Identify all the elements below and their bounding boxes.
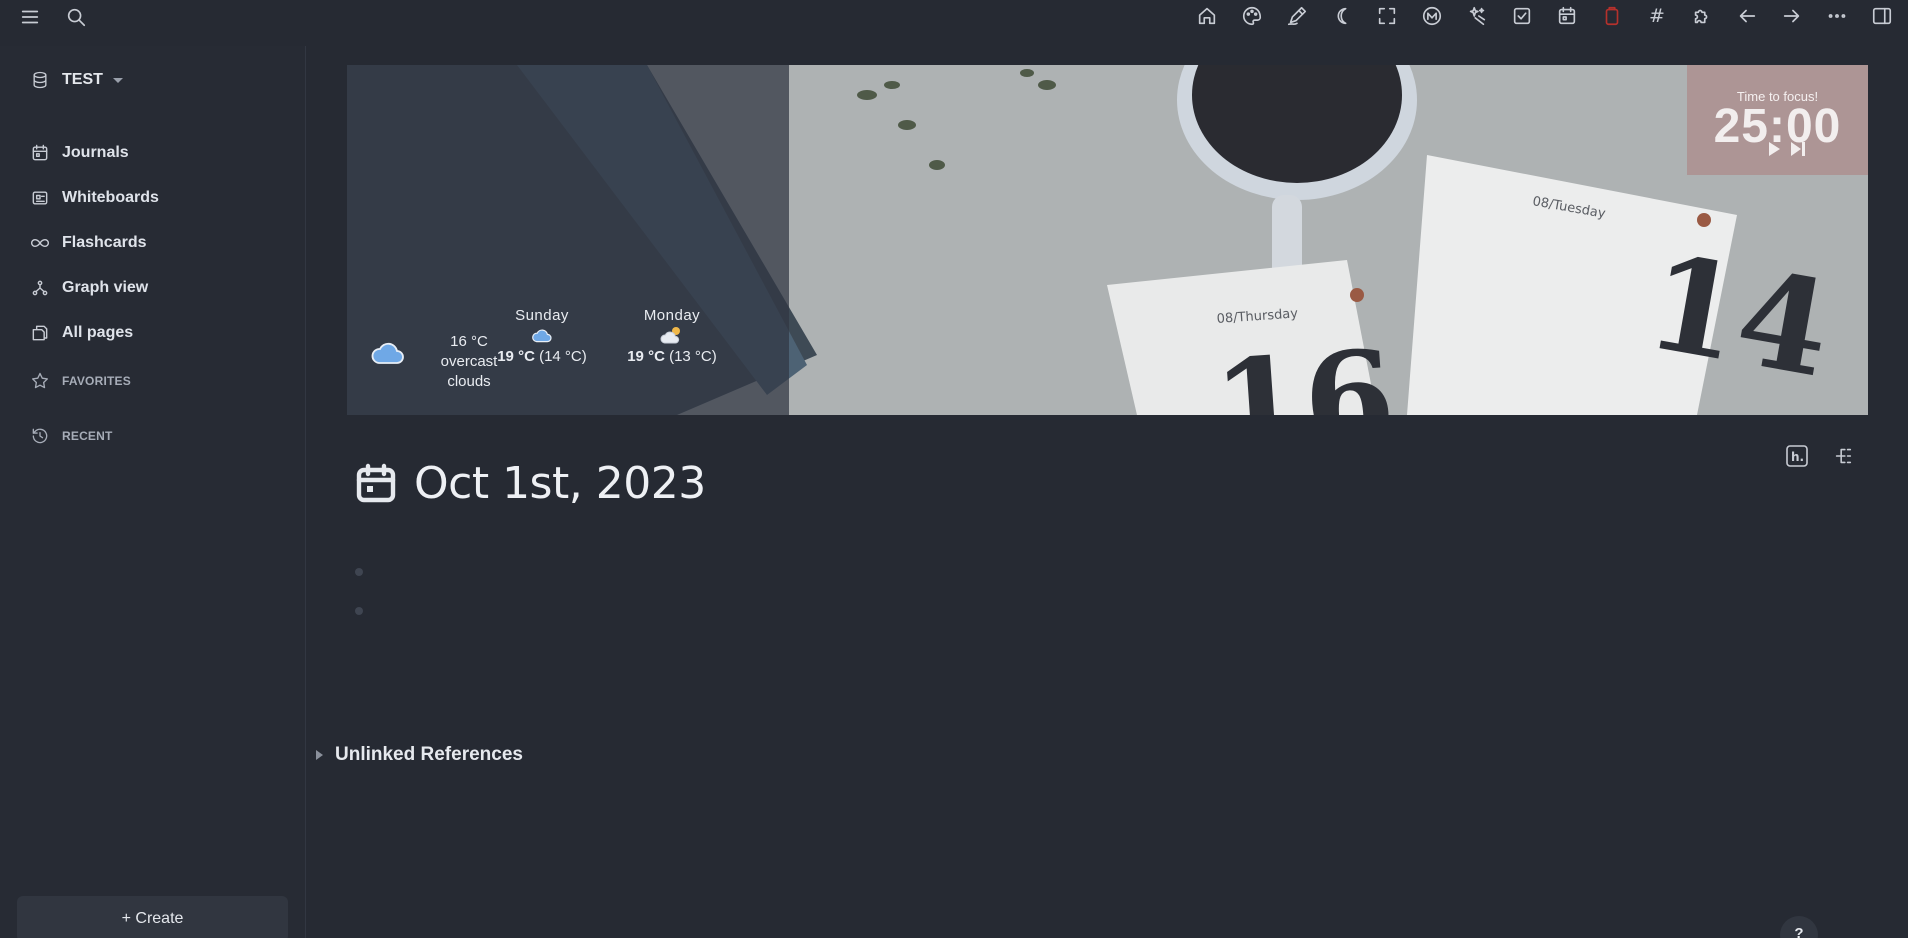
sidebar-item-all-pages[interactable]: All pages — [30, 310, 290, 355]
graph-name: TEST — [62, 71, 103, 88]
forecast-high: 19 °C — [497, 348, 535, 365]
partly-sunny-icon — [660, 327, 680, 344]
pencil-icon[interactable] — [1277, 1, 1317, 31]
outline-icon[interactable] — [1828, 441, 1858, 471]
svg-text:14: 14 — [1637, 225, 1842, 407]
left-sidebar: TEST Journals Whiteboards Flashcards Gra… — [0, 46, 306, 938]
database-icon — [33, 71, 47, 89]
palette-icon[interactable] — [1232, 1, 1272, 31]
calendar-icon — [356, 463, 396, 502]
forecast-high: 19 °C — [627, 348, 665, 365]
skip-icon[interactable] — [1789, 141, 1807, 162]
svg-text:h.: h. — [1791, 450, 1804, 464]
hash-icon[interactable]: # — [1637, 1, 1677, 31]
calendar-icon[interactable] — [1547, 1, 1587, 31]
checkbox-icon[interactable] — [1502, 1, 1542, 31]
infinity-icon — [31, 238, 49, 247]
unlinked-references-label: Unlinked References — [335, 744, 523, 765]
whiteboard-icon — [32, 190, 48, 205]
sidebar-item-label: Flashcards — [62, 233, 147, 251]
markdown-icon[interactable] — [1412, 1, 1452, 31]
menu-icon[interactable] — [14, 2, 46, 32]
pomodoro-timer: Time to focus! 25:00 — [1687, 65, 1868, 175]
chevron-right-icon — [316, 750, 323, 760]
sidebar-item-flashcards[interactable]: Flashcards — [30, 220, 290, 265]
forecast-day: Monday 19 °C (13 °C) — [617, 307, 727, 365]
sidebar-icon[interactable] — [1862, 1, 1902, 31]
more-icon[interactable] — [1817, 1, 1857, 31]
help-button[interactable]: ? — [1780, 916, 1818, 938]
unlinked-references-toggle[interactable]: Unlinked References — [316, 744, 523, 766]
block-bullet[interactable] — [355, 607, 363, 615]
calendar-icon — [32, 144, 48, 160]
forecast-low: (14 °C) — [539, 348, 587, 365]
sidebar-item-label: All pages — [62, 323, 134, 341]
forecast-day: Sunday 19 °C (14 °C) — [487, 307, 597, 365]
clipboard-icon[interactable] — [1592, 1, 1632, 31]
page-actions: h. — [1782, 441, 1858, 471]
pages-icon — [32, 325, 48, 340]
puzzle-icon[interactable] — [1682, 1, 1722, 31]
forecast-low: (13 °C) — [669, 348, 717, 365]
star-icon — [31, 372, 48, 389]
sidebar-nav: Journals Whiteboards Flashcards Graph vi… — [30, 130, 290, 355]
sidebar-item-graph-view[interactable]: Graph view — [30, 265, 290, 310]
arrow-right-icon[interactable] — [1772, 1, 1812, 31]
favorites-header[interactable]: FAVORITES — [30, 371, 131, 391]
play-icon[interactable] — [1767, 141, 1781, 162]
page-title[interactable]: Oct 1st, 2023 — [414, 458, 706, 509]
chevron-down-icon — [112, 77, 123, 83]
sidebar-item-label: Graph view — [62, 278, 149, 296]
history-icon — [32, 428, 48, 444]
arrow-left-icon[interactable] — [1727, 1, 1767, 31]
page-banner: 14 16 08/Tuesday 08/Thursday 16 °C overc… — [347, 65, 1868, 415]
recent-header[interactable]: RECENT — [30, 426, 113, 446]
hash-glyph: # — [1649, 5, 1665, 27]
recent-label: RECENT — [62, 429, 113, 443]
stars-icon[interactable] — [1457, 1, 1497, 31]
cloud-icon — [532, 329, 552, 343]
help-label: ? — [1794, 925, 1804, 938]
home-icon[interactable] — [1187, 1, 1227, 31]
sidebar-item-label: Whiteboards — [62, 188, 159, 206]
block-bullet[interactable] — [355, 568, 363, 576]
page-title-row: Oct 1st, 2023 — [352, 458, 706, 509]
sidebar-item-journals[interactable]: Journals — [30, 130, 290, 175]
forecast-day-name: Sunday — [515, 307, 569, 324]
weather-widget: 16 °C overcast clouds Sunday 19 °C (14 °… — [347, 65, 789, 415]
forecast-day-name: Monday — [643, 307, 701, 324]
moon-icon[interactable] — [1322, 1, 1362, 31]
svg-text:16: 16 — [1208, 321, 1399, 415]
top-bar: # — [0, 0, 1908, 46]
fullscreen-icon[interactable] — [1367, 1, 1407, 31]
favorites-label: FAVORITES — [62, 374, 131, 388]
search-icon[interactable] — [60, 2, 92, 32]
current-desc-2: clouds — [447, 373, 491, 390]
create-label: + Create — [121, 910, 184, 927]
cloud-icon — [371, 342, 404, 364]
heading-icon[interactable]: h. — [1782, 441, 1812, 471]
create-button[interactable]: + Create — [17, 896, 288, 938]
sidebar-item-whiteboards[interactable]: Whiteboards — [30, 175, 290, 220]
app-root: # TEST Journals Whiteboards Flashcards G… — [0, 0, 1908, 938]
sidebar-item-label: Journals — [62, 143, 129, 161]
graph-icon — [32, 280, 48, 295]
graph-selector[interactable]: TEST — [30, 70, 123, 90]
